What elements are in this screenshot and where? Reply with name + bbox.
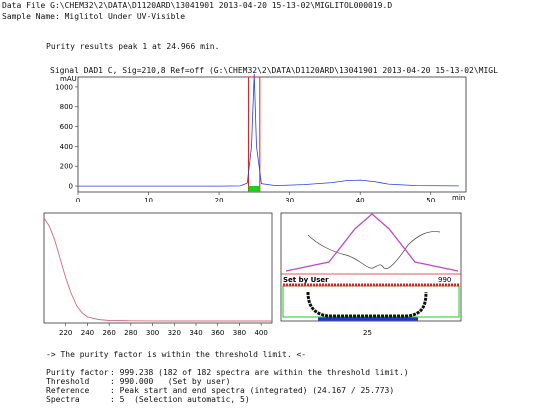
x-tick-label: 0 xyxy=(76,197,80,202)
threshold-value-label: 990 xyxy=(438,276,451,284)
y-axis-label: mAU xyxy=(60,75,77,83)
x-tick-label: 220 xyxy=(59,329,72,337)
chromatogram-trace xyxy=(78,73,459,187)
x-tick-label: 10 xyxy=(144,197,153,202)
purity-ratio-curve xyxy=(306,291,428,318)
x-tick-label: 280 xyxy=(124,329,137,337)
result-row: Threshold: 990.000 (Set by user) xyxy=(46,377,231,386)
spectrum-frame xyxy=(43,212,273,324)
x-tick-label: 40 xyxy=(356,197,365,202)
result-row: Purity factor: 999.238 (182 of 182 spect… xyxy=(46,368,409,377)
purity-conclusion: -> The purity factor is within the thres… xyxy=(46,350,307,359)
threshold-label: Set by User xyxy=(283,276,329,284)
x-tick-label: 30 xyxy=(285,197,294,202)
data-file-line: Data File G:\CHEM32\2\DATA\D1120ARD\1304… xyxy=(2,1,393,10)
peak-baseline-marker xyxy=(248,186,260,192)
x-axis-unit: min xyxy=(452,194,465,202)
y-tick-label: 200 xyxy=(60,163,73,171)
purity-title: Purity results peak 1 at 24.966 min. xyxy=(46,42,220,51)
y-tick-label: 600 xyxy=(60,123,73,131)
x-tick-label: 240 xyxy=(81,329,94,337)
x-tick-label: 300 xyxy=(146,329,159,337)
x-tick-label: 340 xyxy=(189,329,202,337)
x-tick-label: 360 xyxy=(211,329,224,337)
x-tick-label: 50 xyxy=(426,197,435,202)
chromatogram-chart: mAU 0 200 400 600 800 1000 0 10 20 30 40 50 min xyxy=(55,73,467,202)
sample-name-line: Sample Name: Miglitol Under UV-Visible xyxy=(2,12,186,21)
spectrum-trace xyxy=(43,217,272,322)
result-row: Spectra: 5 (Selection automatic, 5) xyxy=(46,395,250,404)
y-tick-label: 800 xyxy=(60,103,73,111)
x-tick-label: 260 xyxy=(102,329,115,337)
spectrum-chart: 220 240 260 280 300 320 340 360 380 400 xyxy=(43,212,273,337)
x-tick-label: 400 xyxy=(254,329,267,337)
y-tick-label: 400 xyxy=(60,143,73,151)
y-tick-label: 1000 xyxy=(55,83,73,91)
peak-window-box xyxy=(247,76,261,192)
purity-x-tick: 25 xyxy=(363,329,372,337)
x-tick-label: 20 xyxy=(215,197,224,202)
x-tick-label: 320 xyxy=(168,329,181,337)
y-tick-label: 0 xyxy=(69,183,73,191)
results-table: Purity factor: 999.238 (182 of 182 spect… xyxy=(46,368,409,404)
purity-plot: Set by User 990 25 xyxy=(280,212,462,337)
result-row: Reference: Peak start and end spectra (i… xyxy=(46,386,395,395)
chromatogram-frame xyxy=(77,76,467,193)
x-tick-label: 380 xyxy=(233,329,246,337)
peak-profile-curve xyxy=(285,213,459,272)
